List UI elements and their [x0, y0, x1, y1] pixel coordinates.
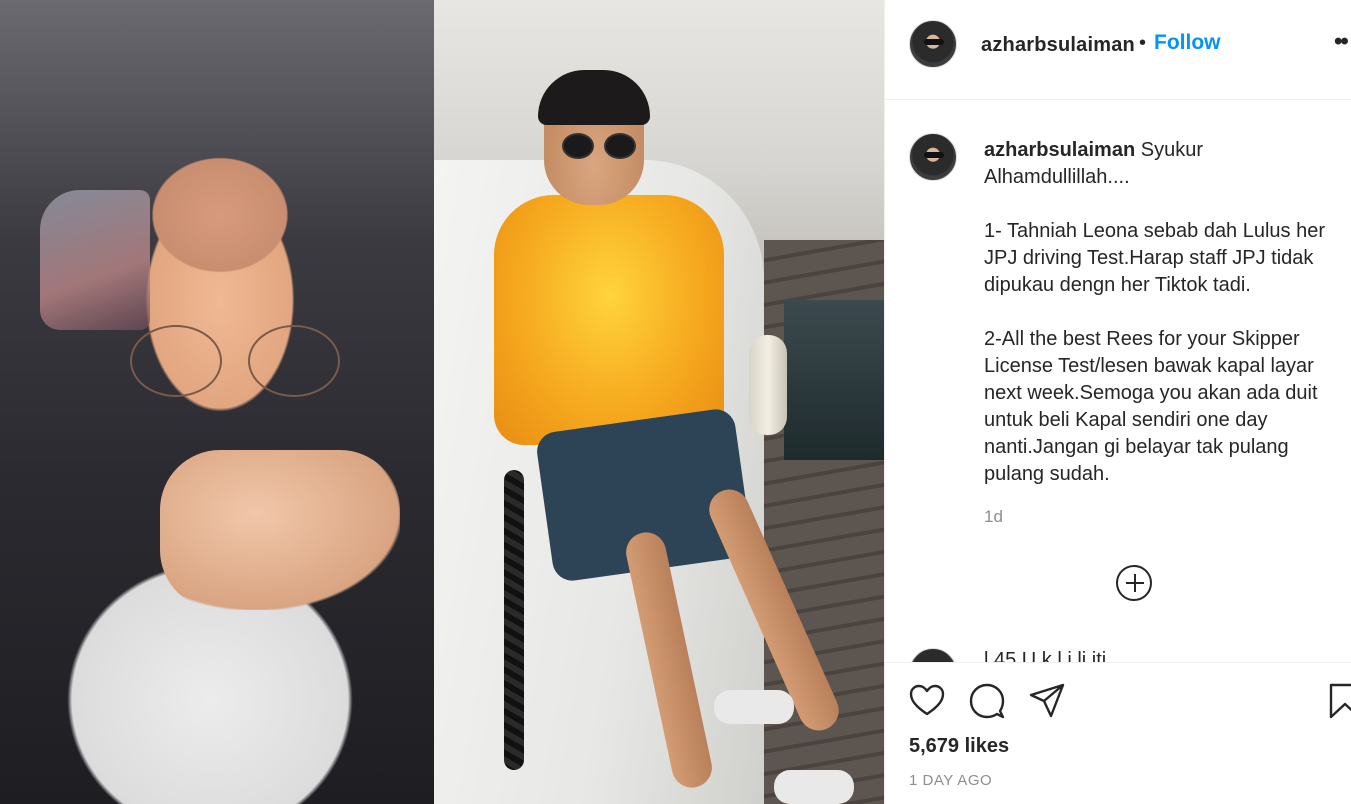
- water: [784, 300, 884, 460]
- caption: azharbsulaiman Syukur Alhamdullillah....…: [984, 137, 1339, 488]
- boat-fender: [749, 335, 787, 435]
- rope: [504, 470, 524, 770]
- comment-item: l 45 U k l i li iti: [909, 645, 1349, 662]
- comment-text-partial: l 45 U k l i li iti: [984, 649, 1107, 662]
- caption-username[interactable]: azharbsulaiman: [984, 139, 1135, 161]
- post-header: azharbsulaiman • Follow ••: [885, 0, 1351, 100]
- more-options-icon[interactable]: ••: [1334, 28, 1349, 56]
- post-actions: 5,679 likes 1 DAY AGO: [885, 662, 1351, 804]
- heart-icon[interactable]: [907, 681, 947, 721]
- caption-time[interactable]: 1d: [984, 507, 1003, 527]
- paper-plane-icon[interactable]: [1027, 681, 1067, 721]
- comment-avatar[interactable]: [909, 648, 957, 662]
- car-window: [40, 190, 150, 330]
- header-username[interactable]: azharbsulaiman: [981, 34, 1135, 57]
- likes-count[interactable]: 5,679 likes: [909, 735, 1009, 758]
- post-side-panel: azharbsulaiman • Follow •• azharbsulaima…: [884, 0, 1351, 804]
- left-photo: [0, 0, 434, 804]
- speech-bubble-icon[interactable]: [967, 681, 1007, 721]
- caption-text: Syukur Alhamdullillah.... 1- Tahniah Leo…: [984, 139, 1326, 485]
- plus-circle-icon[interactable]: [1116, 565, 1152, 601]
- post-media[interactable]: [0, 0, 884, 804]
- follow-button[interactable]: Follow: [1154, 31, 1221, 55]
- avatar[interactable]: [909, 20, 957, 68]
- post-timestamp[interactable]: 1 DAY AGO: [909, 772, 992, 789]
- bookmark-icon[interactable]: [1325, 681, 1351, 721]
- separator-dot: •: [1139, 32, 1147, 54]
- sunglasses: [562, 133, 636, 161]
- sneaker: [714, 690, 794, 724]
- caption-avatar[interactable]: [909, 133, 957, 181]
- hands: [160, 450, 400, 610]
- person-hair: [538, 70, 650, 125]
- comments-section[interactable]: azharbsulaiman Syukur Alhamdullillah....…: [885, 100, 1351, 662]
- tie-dye-shirt: [494, 195, 724, 445]
- sneaker: [774, 770, 854, 804]
- glasses: [130, 325, 340, 400]
- right-photo: [434, 0, 884, 804]
